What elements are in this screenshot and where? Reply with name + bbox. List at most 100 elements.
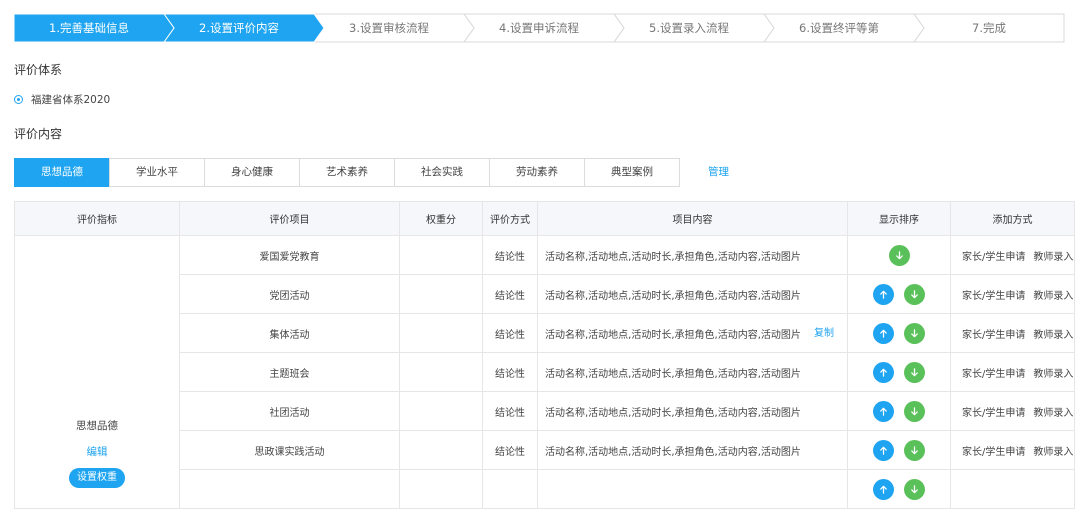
- system-radio-option[interactable]: 福建省体系2020: [14, 92, 110, 106]
- manage-link[interactable]: 管理: [708, 158, 729, 187]
- move-down-button[interactable]: [904, 478, 925, 500]
- content-text: 活动名称,活动地点,活动时长,承担角色,活动内容,活动图片: [545, 329, 801, 341]
- sort-cell: [847, 274, 951, 314]
- content-cell: 活动名称,活动地点,活动时长,承担角色,活动内容,活动图片 复制: [537, 313, 848, 353]
- tab-1[interactable]: 思想品德: [14, 158, 110, 187]
- content-cell: 活动名称,活动地点,活动时长,承担角色,活动内容,活动图片: [537, 274, 848, 314]
- item-name-cell: 思政课实践活动: [179, 430, 400, 470]
- content-cell: 活动名称,活动地点,活动时长,承担角色,活动内容,活动图片: [537, 352, 848, 392]
- arrow-down-icon: [911, 328, 918, 337]
- item-name-cell: 主题班会: [179, 352, 400, 392]
- content-text: 活动名称,活动地点,活动时长,承担角色,活动内容,活动图片: [545, 251, 801, 263]
- arrow-up-icon: [880, 290, 887, 299]
- step-label: 7.完成: [972, 21, 1006, 35]
- tab-6[interactable]: 劳动素养: [489, 158, 585, 187]
- step-1: 1.完善基础信息: [13, 13, 175, 43]
- add-method-label: 家长/学生申请: [962, 329, 1026, 341]
- add-method-label: 教师录入: [1033, 329, 1074, 341]
- method-cell: 结论性: [482, 391, 538, 431]
- content-cell: 活动名称,活动地点,活动时长,承担角色,活动内容,活动图片: [537, 391, 848, 431]
- move-up-button[interactable]: [873, 478, 894, 500]
- evaluation-table: 评价指标 评价项目 权重分 评价方式 项目内容 显示排序 添加方式 思想品德 编辑 设置权重 爱国…: [14, 201, 1075, 509]
- tab-2[interactable]: 学业水平: [109, 158, 205, 187]
- move-up-button[interactable]: [873, 283, 894, 305]
- indicator-cell: 思想品德 编辑 设置权重: [14, 235, 180, 509]
- sort-cell: [847, 430, 951, 470]
- add-method-cell: [950, 469, 1075, 509]
- arrow-up-icon: [880, 446, 887, 455]
- method-cell: 结论性: [482, 313, 538, 353]
- item-name-cell: 社团活动: [179, 391, 400, 431]
- tab-5[interactable]: 社会实践: [394, 158, 490, 187]
- category-tabs: 思想品德 学业水平 身心健康 艺术素养 社会实践 劳动素养 典型案例: [14, 158, 680, 187]
- move-down-button[interactable]: [904, 361, 925, 383]
- tab-4[interactable]: 艺术素养: [299, 158, 395, 187]
- move-down-button[interactable]: [904, 322, 925, 344]
- arrow-down-icon: [911, 484, 918, 493]
- move-up-button[interactable]: [873, 361, 894, 383]
- content-cell: 活动名称,活动地点,活动时长,承担角色,活动内容,活动图片: [537, 235, 848, 275]
- copy-link[interactable]: 复制: [814, 314, 834, 353]
- step-6: 6.设置终评等第: [763, 13, 925, 43]
- item-name-cell: 爱国爱党教育: [179, 235, 400, 275]
- weight-cell: [399, 430, 483, 470]
- weight-cell: [399, 469, 483, 509]
- column-header: 评价指标: [14, 201, 180, 236]
- add-method-cell: 家长/学生申请 教师录入: [950, 274, 1075, 314]
- sort-buttons: [848, 283, 950, 305]
- arrow-up-icon: [880, 329, 887, 338]
- step-label: 5.设置录入流程: [649, 21, 729, 35]
- weight-cell: [399, 274, 483, 314]
- content-text: 活动名称,活动地点,活动时长,承担角色,活动内容,活动图片: [545, 290, 801, 302]
- arrow-down-icon: [911, 367, 918, 376]
- sort-buttons: [848, 322, 950, 344]
- item-name-cell: 党团活动: [179, 274, 400, 314]
- step-7: 7.完成: [913, 13, 1065, 43]
- move-up-button[interactable]: [873, 439, 894, 461]
- radio-checked-icon[interactable]: [14, 94, 23, 104]
- content-text: 活动名称,活动地点,活动时长,承担角色,活动内容,活动图片: [545, 446, 801, 458]
- arrow-down-icon: [911, 406, 918, 415]
- content-cell: 活动名称,活动地点,活动时长,承担角色,活动内容,活动图片: [537, 430, 848, 470]
- move-up-button[interactable]: [873, 322, 894, 344]
- table-header-row: 评价指标 评价项目 权重分 评价方式 项目内容 显示排序 添加方式: [14, 201, 1075, 236]
- add-method-cell: 家长/学生申请 教师录入: [950, 313, 1075, 353]
- sort-buttons: [848, 361, 950, 383]
- arrow-up-icon: [880, 368, 887, 377]
- step-2: 2.设置评价内容: [163, 13, 325, 43]
- weight-cell: [399, 235, 483, 275]
- content-text: 活动名称,活动地点,活动时长,承担角色,活动内容,活动图片: [545, 368, 801, 380]
- sort-cell: [847, 391, 951, 431]
- system-radio-label: 福建省体系2020: [31, 93, 111, 106]
- arrow-down-icon: [911, 289, 918, 298]
- column-header: 项目内容: [537, 201, 848, 236]
- table-row: 思想品德 编辑 设置权重 爱国爱党教育 结论性 活动名称,活动地点,活动时长,承担角色,活…: [14, 235, 1075, 509]
- add-method-label: 教师录入: [1033, 446, 1074, 458]
- add-method-cell: 家长/学生申请 教师录入: [950, 430, 1075, 470]
- step-progress-bar: 1.完善基础信息 2.设置评价内容 3.设置审核流程 4.设置申诉流程 5.设置录入流程…: [13, 13, 1065, 43]
- arrow-down-icon: [911, 445, 918, 454]
- move-down-button[interactable]: [888, 244, 910, 266]
- move-up-button[interactable]: [873, 400, 894, 422]
- step-5: 5.设置录入流程: [613, 13, 775, 43]
- move-down-button[interactable]: [904, 439, 925, 461]
- column-header: 添加方式: [950, 201, 1075, 236]
- method-cell: 结论性: [482, 430, 538, 470]
- column-header: 评价项目: [179, 201, 400, 236]
- step-3: 3.设置审核流程: [313, 13, 475, 43]
- column-header: 评价方式: [482, 201, 538, 236]
- edit-link[interactable]: 编辑: [15, 444, 179, 459]
- set-weight-button[interactable]: 设置权重: [69, 468, 125, 488]
- tab-3[interactable]: 身心健康: [204, 158, 300, 187]
- move-down-button[interactable]: [904, 283, 925, 305]
- content-cell: [537, 469, 848, 509]
- indicator-group: 思想品德 编辑 设置权重: [15, 418, 179, 488]
- sort-buttons: [848, 478, 950, 500]
- arrow-up-icon: [880, 407, 887, 416]
- sort-buttons: [848, 244, 950, 266]
- weight-cell: [399, 352, 483, 392]
- step-label: 4.设置申诉流程: [499, 21, 579, 35]
- move-down-button[interactable]: [904, 400, 925, 422]
- add-method-cell: 家长/学生申请 教师录入: [950, 352, 1075, 392]
- tab-7[interactable]: 典型案例: [584, 158, 680, 187]
